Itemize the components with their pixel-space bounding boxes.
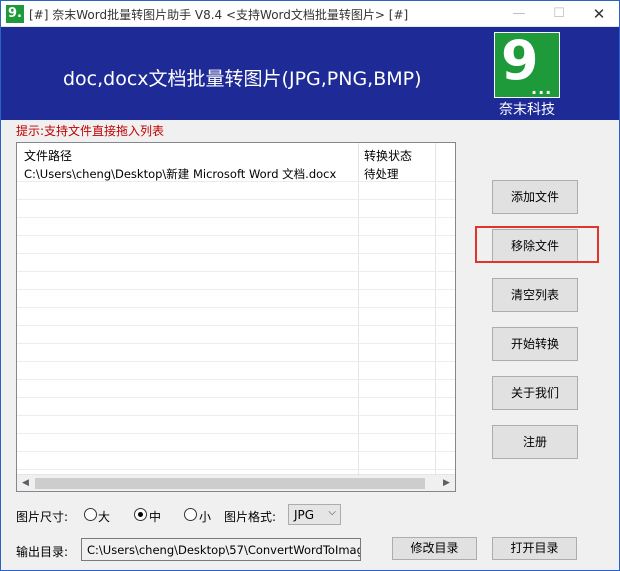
empty-row [17,236,455,254]
image-format-value: JPG [294,508,315,522]
brand-logo: 9 ... [494,29,560,98]
table-row[interactable]: C:\Users\cheng\Desktop\新建 Microsoft Word… [17,164,455,182]
title-bar[interactable]: 9. [#] 奈末Word批量转图片助手 V8.4 <支持Word文档批量转图片… [1,1,619,27]
scrollbar-thumb[interactable] [35,478,425,489]
empty-row [17,218,455,236]
chevron-down-icon: ⌵ [328,507,336,518]
size-medium-label[interactable]: 中 [149,508,161,525]
empty-row [17,290,455,308]
file-list[interactable]: 文件路径 转换状态 C:\Users\cheng\Desktop\新建 Micr… [16,142,456,492]
file-list-header: 文件路径 转换状态 [17,143,455,164]
highlight-box [475,226,599,263]
size-medium-radio[interactable] [134,508,147,521]
horizontal-scrollbar[interactable]: ◀ ▶ [17,474,455,491]
empty-row [17,200,455,218]
image-format-select[interactable]: JPG ⌵ [288,504,341,525]
empty-row [17,326,455,344]
empty-row [17,272,455,290]
about-us-button[interactable]: 关于我们 [492,376,578,410]
file-list-rows: C:\Users\cheng\Desktop\新建 Microsoft Word… [17,164,455,470]
image-size-label: 图片尺寸: [16,510,69,524]
output-path-field[interactable]: C:\Users\cheng\Desktop\57\ConvertWordToI… [81,538,361,561]
empty-row [17,308,455,326]
drag-drop-hint: 提示:支持文件直接拖入列表 [16,124,165,138]
size-large-radio[interactable] [84,508,97,521]
image-format-label: 图片格式: [224,510,277,524]
empty-row [17,434,455,452]
scroll-right-icon[interactable]: ▶ [438,475,455,491]
empty-row [17,254,455,272]
open-dir-button[interactable]: 打开目录 [492,537,577,560]
empty-row [17,416,455,434]
maximize-button[interactable]: ☐ [539,1,579,27]
app-window: 9. [#] 奈末Word批量转图片助手 V8.4 <支持Word文档批量转图片… [0,0,620,571]
minimize-button[interactable]: — [499,1,539,27]
app-icon: 9. [6,5,24,23]
size-small-label[interactable]: 小 [199,508,211,525]
size-small-radio[interactable] [184,508,197,521]
banner-title: doc,docx文档批量转图片(JPG,PNG,BMP) [63,68,422,90]
file-path-cell: C:\Users\cheng\Desktop\新建 Microsoft Word… [24,167,337,181]
empty-row [17,182,455,200]
window-title: [#] 奈末Word批量转图片助手 V8.4 <支持Word文档批量转图片> [… [29,8,409,22]
output-path-value: C:\Users\cheng\Desktop\57\ConvertWordToI… [87,543,361,557]
start-convert-button[interactable]: 开始转换 [492,327,578,361]
empty-row [17,452,455,470]
output-dir-label: 输出目录: [16,545,69,559]
logo-dots: ... [531,79,553,98]
size-large-label[interactable]: 大 [98,508,110,525]
empty-row [17,398,455,416]
header-banner: doc,docx文档批量转图片(JPG,PNG,BMP) 9 ... 奈末科技 [1,27,619,120]
empty-row [17,344,455,362]
close-button[interactable]: ✕ [579,1,619,27]
column-header-status[interactable]: 转换状态 [364,147,412,164]
register-button[interactable]: 注册 [492,425,578,459]
clear-list-button[interactable]: 清空列表 [492,278,578,312]
scroll-left-icon[interactable]: ◀ [17,475,34,491]
file-status-cell: 待处理 [364,167,399,181]
add-file-button[interactable]: 添加文件 [492,180,578,214]
column-header-path[interactable]: 文件路径 [24,147,72,164]
brand-caption: 奈末科技 [499,102,555,118]
empty-row [17,380,455,398]
change-dir-button[interactable]: 修改目录 [392,537,477,560]
empty-row [17,362,455,380]
